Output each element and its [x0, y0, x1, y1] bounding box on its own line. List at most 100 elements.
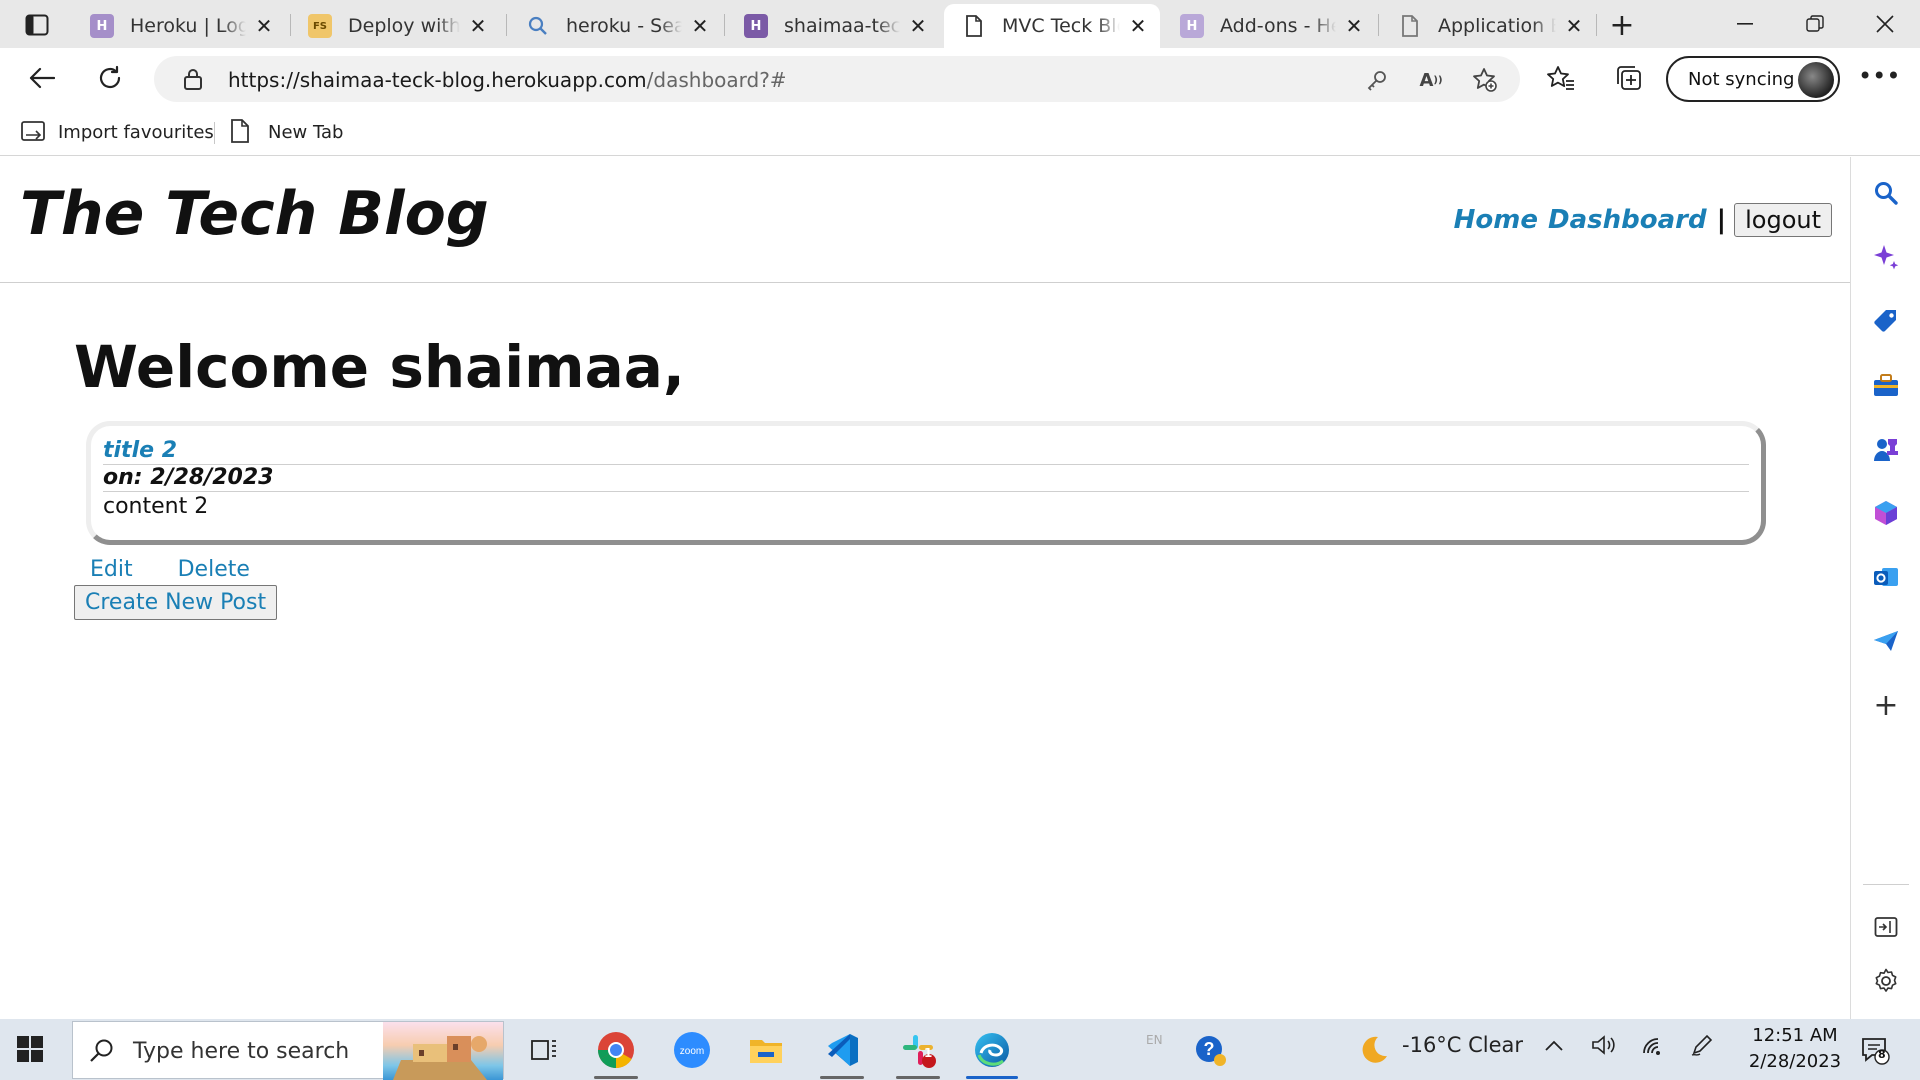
games-icon[interactable]	[1868, 431, 1904, 467]
file-explorer-icon[interactable]	[736, 1025, 796, 1075]
weather-moon-icon[interactable]	[1344, 1025, 1404, 1075]
send-icon[interactable]	[1868, 623, 1904, 659]
chrome-icon[interactable]	[586, 1025, 646, 1079]
back-button[interactable]	[20, 58, 64, 98]
notification-count: 8	[1878, 1048, 1886, 1061]
navigation-bar: https://shaimaa-teck-blog.herokuapp.com/…	[0, 48, 1920, 108]
add-favourite-icon[interactable]	[1470, 65, 1500, 95]
address-bar[interactable]: https://shaimaa-teck-blog.herokuapp.com/…	[154, 56, 1520, 102]
tab-strip: H Heroku | Login ✕ FS Deploy with Heroku…	[0, 0, 1920, 48]
post-title[interactable]: title 2	[103, 438, 1749, 465]
url-text[interactable]: https://shaimaa-teck-blog.herokuapp.com/…	[228, 68, 787, 92]
tab-heroku-search[interactable]: heroku - Search ✕	[508, 4, 722, 48]
close-icon[interactable]: ✕	[466, 14, 490, 38]
tab-deploy-with-heroku[interactable]: FS Deploy with Heroku ✕	[290, 4, 500, 48]
tab-shaimaa-teck-blog[interactable]: H shaimaa-teck-blog ✕	[726, 4, 940, 48]
delete-post-link[interactable]: Delete	[178, 557, 250, 582]
page-icon	[1398, 14, 1422, 38]
lock-icon[interactable]	[182, 67, 206, 91]
site-title: The Tech Blog	[20, 179, 489, 249]
create-new-post-button[interactable]: Create New Post	[74, 585, 278, 620]
vscode-icon[interactable]	[812, 1025, 872, 1079]
svg-text:zoom: zoom	[680, 1046, 704, 1057]
site-nav: Home Dashboard | logout	[1444, 203, 1832, 237]
language-indicator: EN	[1146, 1033, 1163, 1047]
svg-text:?: ?	[1204, 1039, 1215, 1059]
clock-date: 2/28/2023	[1748, 1051, 1842, 1072]
import-icon	[20, 119, 46, 145]
more-options-icon[interactable]: •••	[1858, 62, 1900, 90]
wifi-icon[interactable]	[1640, 1033, 1666, 1062]
nav-home-link[interactable]: Home	[1454, 205, 1538, 235]
page-icon	[962, 14, 986, 38]
slack-badge: 1	[924, 1046, 933, 1060]
tab-actions-icon[interactable]	[18, 11, 56, 39]
restore-button[interactable]	[1782, 6, 1848, 42]
tools-icon[interactable]	[1868, 367, 1904, 403]
tab-add-ons-heroku[interactable]: H Add-ons - Heroku ✕	[1162, 4, 1376, 48]
tab-heroku-login[interactable]: H Heroku | Login ✕	[72, 4, 286, 48]
post-actions: Edit Delete	[90, 557, 288, 582]
outlook-icon[interactable]	[1868, 559, 1904, 595]
post-date: on: 2/28/2023	[103, 465, 1749, 492]
heroku-icon: H	[744, 14, 768, 38]
edge-sidebar: +	[1850, 157, 1920, 1019]
site-header: The Tech Blog Home Dashboard | logout	[0, 157, 1850, 283]
favourites-icon[interactable]	[1544, 61, 1578, 95]
zoom-icon[interactable]: zoom	[662, 1025, 722, 1075]
add-sidebar-app-icon[interactable]: +	[1868, 687, 1904, 723]
edit-post-link[interactable]: Edit	[90, 557, 133, 582]
new-tab-button[interactable]: +	[1602, 8, 1642, 43]
show-hidden-icons[interactable]	[1544, 1033, 1564, 1057]
task-view-icon[interactable]	[514, 1025, 574, 1075]
fav-import-favourites[interactable]: Import favourites	[20, 116, 214, 148]
office-icon[interactable]	[1868, 495, 1904, 531]
logout-button[interactable]: logout	[1734, 203, 1832, 237]
tab-mvc-teck-blog[interactable]: MVC Teck Blog ✕	[944, 4, 1160, 48]
key-icon[interactable]	[1362, 65, 1392, 95]
copilot-sparkle-icon[interactable]	[1868, 239, 1904, 275]
hide-sidebar-icon[interactable]	[1868, 909, 1904, 945]
favourites-bar: Import favourites New Tab	[0, 108, 1920, 156]
collections-icon[interactable]	[1612, 61, 1646, 95]
read-aloud-icon[interactable]: A))	[1416, 65, 1446, 95]
close-icon[interactable]: ✕	[1342, 14, 1366, 38]
search-highlight-image[interactable]	[383, 1022, 503, 1080]
search-icon	[526, 14, 550, 38]
fullstack-icon: FS	[308, 14, 332, 38]
welcome-heading: Welcome shaimaa,	[74, 333, 685, 401]
refresh-button[interactable]	[88, 58, 132, 98]
shopping-tag-icon[interactable]	[1868, 303, 1904, 339]
close-icon[interactable]: ✕	[688, 14, 712, 38]
close-icon[interactable]: ✕	[1126, 14, 1150, 38]
tab-application-error[interactable]: Application Error ✕	[1380, 4, 1596, 48]
windows-taskbar: Type here to search zoom 1 EN ? -16°C Cl…	[0, 1019, 1920, 1080]
page-icon	[230, 119, 256, 145]
system-clock[interactable]: 12:51 AM 2/28/2023	[1742, 1023, 1848, 1075]
clock-time: 12:51 AM	[1752, 1025, 1838, 1046]
fav-new-tab[interactable]: New Tab	[230, 116, 343, 148]
heroku-icon: H	[1180, 14, 1204, 38]
minimize-button[interactable]	[1712, 6, 1778, 42]
windows-start-icon[interactable]	[16, 1035, 44, 1063]
help-icon[interactable]: ?	[1180, 1025, 1240, 1075]
notifications-icon[interactable]: 8	[1860, 1035, 1890, 1065]
edge-icon[interactable]	[962, 1025, 1022, 1079]
close-window-button[interactable]	[1852, 6, 1918, 42]
slack-icon[interactable]: 1	[888, 1025, 948, 1079]
sidebar-settings-icon[interactable]	[1868, 963, 1904, 999]
page-viewport: The Tech Blog Home Dashboard | logout We…	[0, 157, 1850, 1019]
close-icon[interactable]: ✕	[1562, 14, 1586, 38]
close-icon[interactable]: ✕	[252, 14, 276, 38]
post-content: content 2	[103, 494, 209, 519]
sidebar-search-icon[interactable]	[1868, 175, 1904, 211]
taskbar-search-box[interactable]: Type here to search	[72, 1021, 504, 1080]
weather-text[interactable]: -16°C Clear	[1402, 1033, 1523, 1057]
volume-icon[interactable]	[1590, 1033, 1616, 1062]
nav-separator: |	[1716, 205, 1727, 235]
profile-button[interactable]: Not syncing	[1666, 56, 1840, 102]
close-icon[interactable]: ✕	[906, 14, 930, 38]
nav-dashboard-link[interactable]: Dashboard	[1548, 205, 1707, 235]
post-card: title 2 on: 2/28/2023 content 2	[86, 421, 1766, 545]
pen-icon[interactable]	[1690, 1033, 1714, 1062]
